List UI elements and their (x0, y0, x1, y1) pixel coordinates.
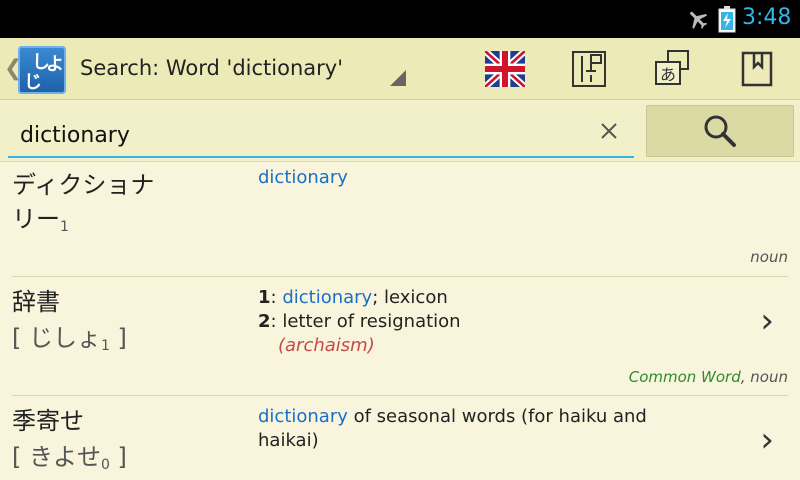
usage-note: (archaism) (278, 335, 375, 356)
reading-sub: 0 (101, 457, 110, 473)
entry-tags: Common Word, noun (628, 368, 788, 386)
dropdown-indicator-icon[interactable] (390, 70, 406, 86)
logo-char-3: よ (46, 54, 64, 75)
app-logo[interactable]: じ し よ (18, 46, 66, 94)
entry-definitions: dictionary of seasonal words (for haiku … (258, 405, 698, 453)
common-word-badge: Common Word (628, 368, 741, 386)
airplane-mode-icon (690, 11, 708, 29)
headword-line-1: ディクショナ (12, 171, 155, 199)
search-mode-title[interactable]: Search: Word 'dictionary' (80, 56, 343, 80)
entry-headword: ディクショナ リー1 (12, 168, 154, 244)
search-icon (704, 115, 736, 147)
bookmark-icon (741, 51, 773, 87)
entry-definitions: dictionary (258, 166, 348, 190)
entry-headword: 季寄せ (12, 407, 84, 435)
definition-text: ; lexicon (372, 287, 448, 308)
list-item[interactable]: 季寄せ [ きよせ0 ] dictionary of seasonal word… (12, 396, 788, 480)
headword-line-2: リー (12, 205, 60, 233)
reading-bracket-open: [ (12, 443, 29, 471)
sense-number: 2 (258, 311, 271, 332)
entry-headword: 辞書 (12, 288, 60, 316)
reading-bracket-close: ] (109, 324, 127, 352)
vertical-text-button[interactable] (566, 46, 612, 92)
sense-number: 1 (258, 287, 271, 308)
chevron-right-icon[interactable]: › (760, 420, 774, 460)
search-input[interactable] (8, 114, 634, 158)
status-bar: 3:48 (0, 0, 800, 38)
vertical-text-icon (572, 51, 606, 87)
bookmark-button[interactable] (734, 46, 780, 92)
translate-button[interactable]: あ (650, 46, 696, 92)
status-clock: 3:48 (742, 5, 792, 30)
action-bar: ❮ じ し よ Search: Word 'dictionary' あ (0, 38, 800, 100)
part-of-speech: noun (750, 368, 788, 386)
battery-charging-icon (718, 6, 736, 33)
definition-text: of seasonal words (for haiku and (347, 406, 647, 427)
definition-link[interactable]: dictionary (282, 287, 372, 308)
reading-sub: 1 (101, 338, 110, 354)
list-item[interactable]: 辞書 [ じしょ1 ] 1: dictionary; lexicon 2: le… (12, 277, 788, 395)
english-flag-icon (485, 51, 525, 87)
close-icon[interactable] (596, 118, 622, 144)
reading-kana: きよせ (29, 443, 101, 471)
search-button[interactable] (646, 105, 794, 157)
definition-link[interactable]: dictionary (258, 167, 348, 188)
definition-text-line2: haikai) (258, 430, 319, 451)
svg-text:あ: あ (660, 65, 676, 84)
entry-reading: [ きよせ0 ] (12, 440, 127, 480)
headword-sub: 1 (60, 219, 69, 235)
list-item[interactable]: ディクショナ リー1 dictionary noun (12, 162, 788, 276)
language-button[interactable] (482, 46, 528, 92)
results-list: ディクショナ リー1 dictionary noun 辞書 [ じしょ1 ] 1… (0, 162, 800, 480)
translate-icon: あ (655, 50, 689, 85)
definition-text: letter of resignation (282, 311, 461, 332)
chevron-right-icon[interactable]: › (760, 301, 774, 341)
part-of-speech: noun (750, 248, 788, 266)
entry-definitions: 1: dictionary; lexicon 2: letter of resi… (258, 287, 461, 356)
reading-bracket-close: ] (109, 443, 127, 471)
entry-reading: [ じしょ1 ] (12, 321, 127, 363)
reading-kana: じしょ (29, 324, 101, 352)
reading-bracket-open: [ (12, 324, 29, 352)
definition-link[interactable]: dictionary (258, 406, 348, 427)
